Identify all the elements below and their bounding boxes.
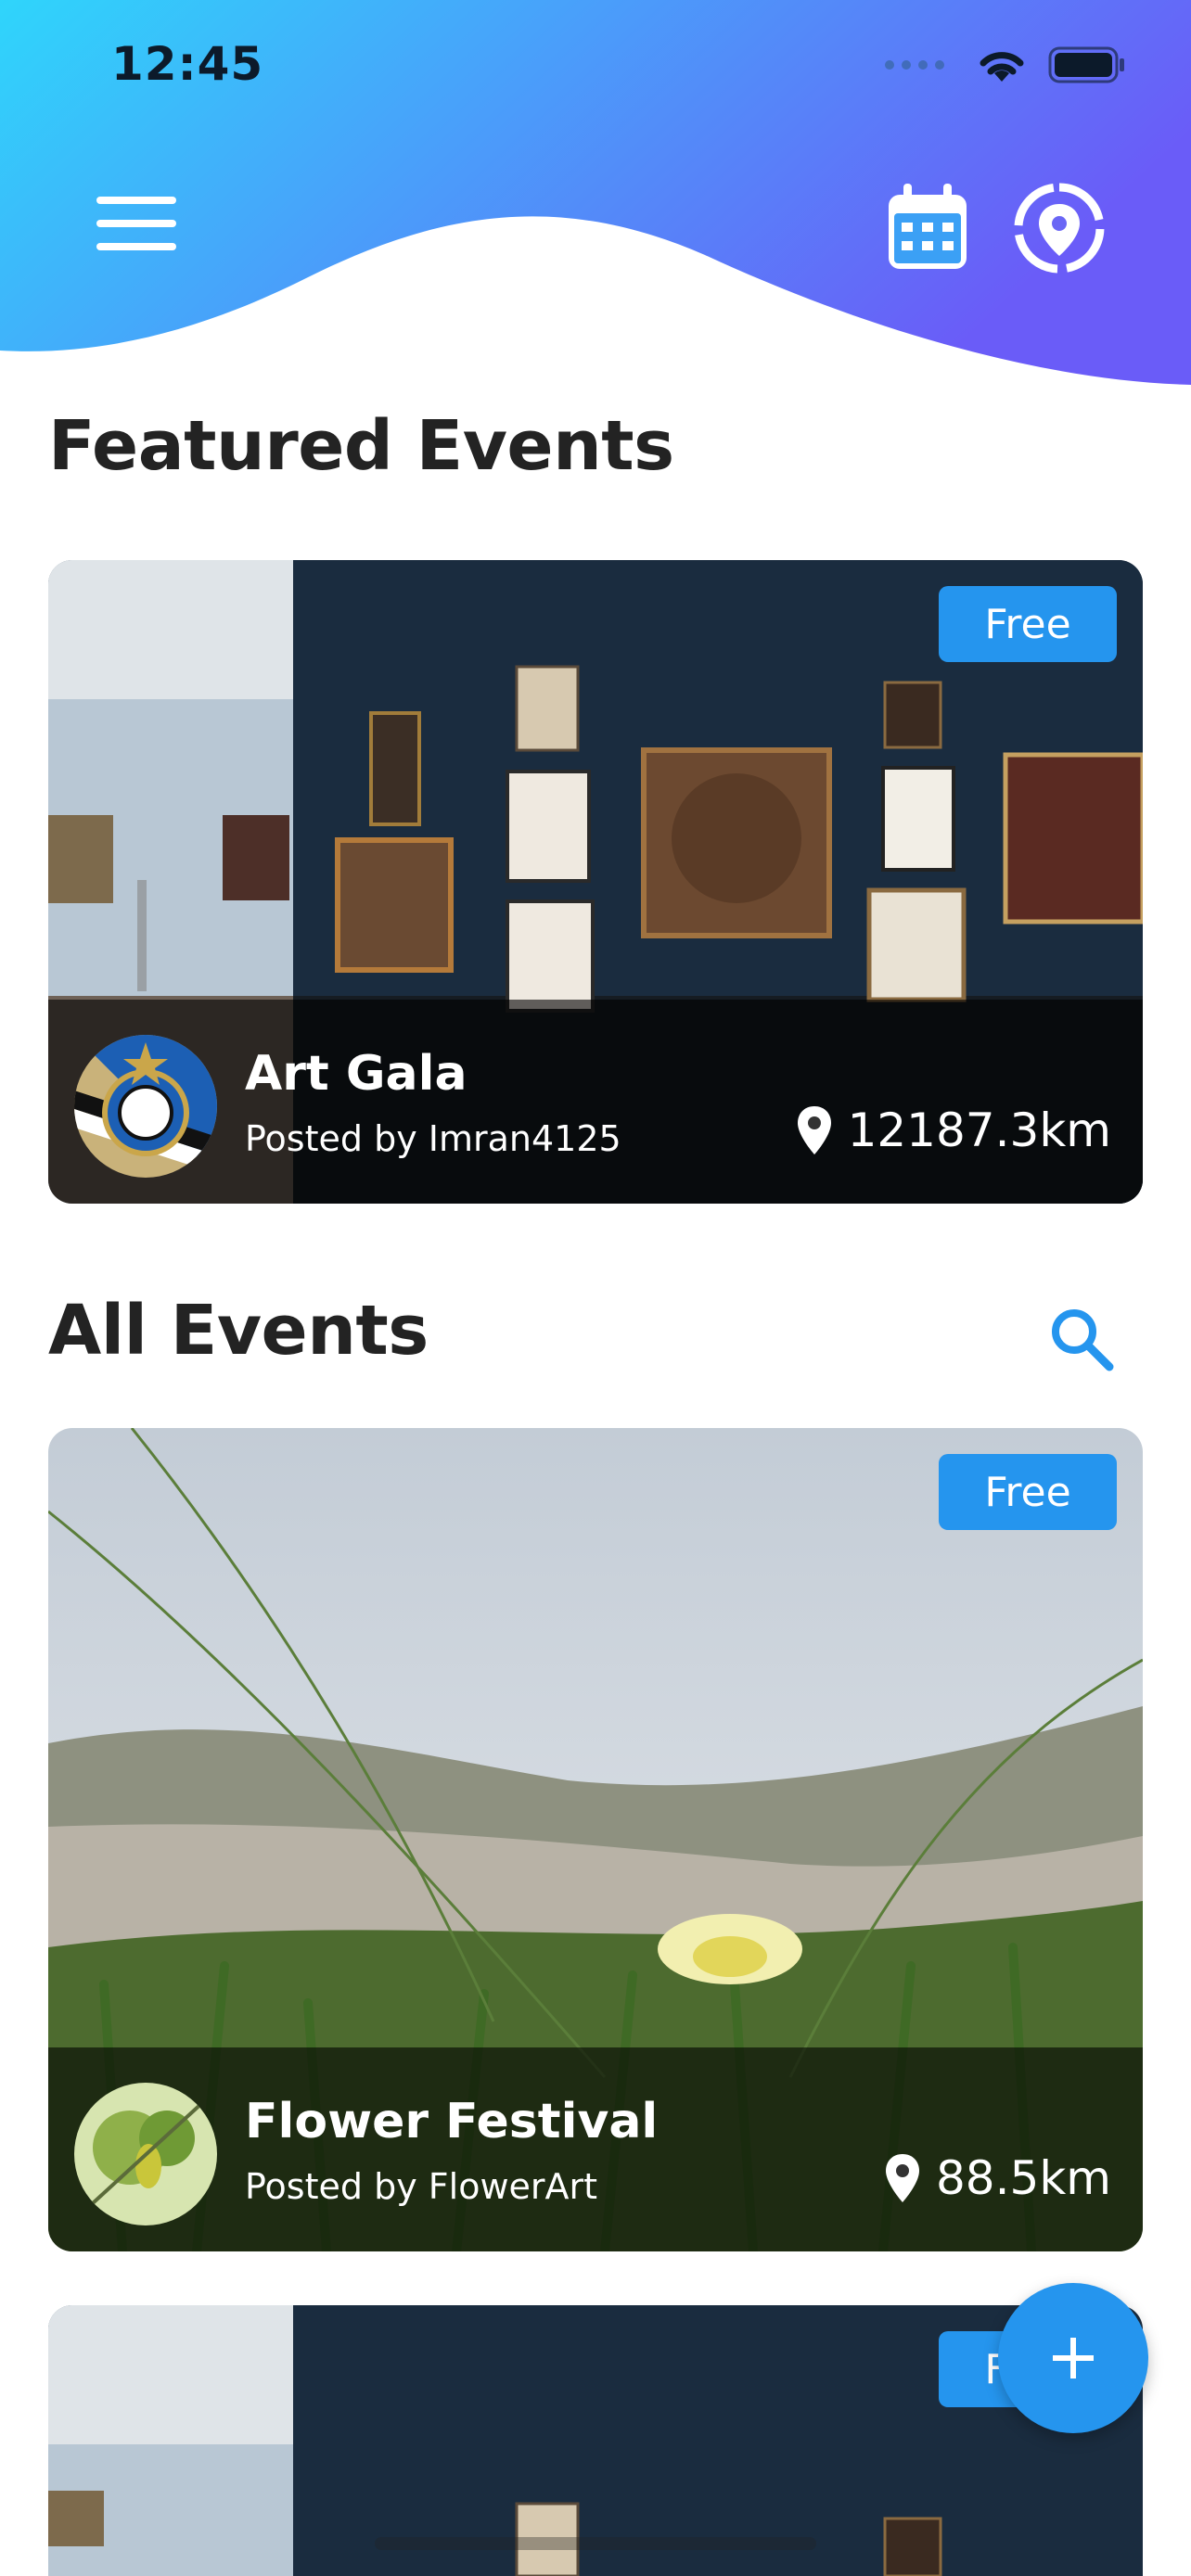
header: 12:45 (0, 0, 1191, 389)
poster-avatar (74, 1035, 217, 1178)
location-pin-icon (797, 1106, 831, 1154)
location-pin-icon (886, 2154, 919, 2202)
add-event-button[interactable] (998, 2283, 1148, 2433)
status-icons (885, 45, 1126, 85)
hamburger-menu-icon[interactable] (96, 197, 186, 261)
event-distance: 12187.3km (796, 1103, 1111, 1157)
battery-icon (1048, 46, 1124, 83)
price-badge: Free (939, 586, 1117, 662)
featured-events-title: Featured Events (48, 406, 674, 486)
cellular-signal-icon (885, 60, 944, 70)
location-target-icon[interactable] (1013, 182, 1106, 274)
all-events-title: All Events (48, 1291, 429, 1371)
calendar-icon[interactable] (883, 182, 972, 274)
poster-avatar (74, 2083, 217, 2225)
home-indicator (375, 2537, 816, 2550)
price-badge: Free (939, 1454, 1117, 1530)
event-card[interactable]: Free (48, 2305, 1143, 2576)
search-icon[interactable] (1044, 1302, 1119, 1376)
wifi-icon (980, 52, 1024, 82)
event-title: Art Gala (245, 1046, 467, 1102)
event-poster: Posted by Imran4125 (245, 1118, 621, 1159)
status-time: 12:45 (111, 37, 264, 91)
event-poster: Posted by FlowerArt (245, 2166, 598, 2207)
distance-value: 88.5km (936, 2151, 1111, 2205)
event-distance: 88.5km (884, 2151, 1111, 2205)
event-card[interactable]: Free Flower Festival Posted by FlowerArt… (48, 1428, 1143, 2251)
event-title: Flower Festival (245, 2094, 659, 2149)
featured-event-card[interactable]: Free Art Gala Posted by Imran4125 12187.… (48, 560, 1143, 1204)
distance-value: 12187.3km (847, 1103, 1111, 1157)
